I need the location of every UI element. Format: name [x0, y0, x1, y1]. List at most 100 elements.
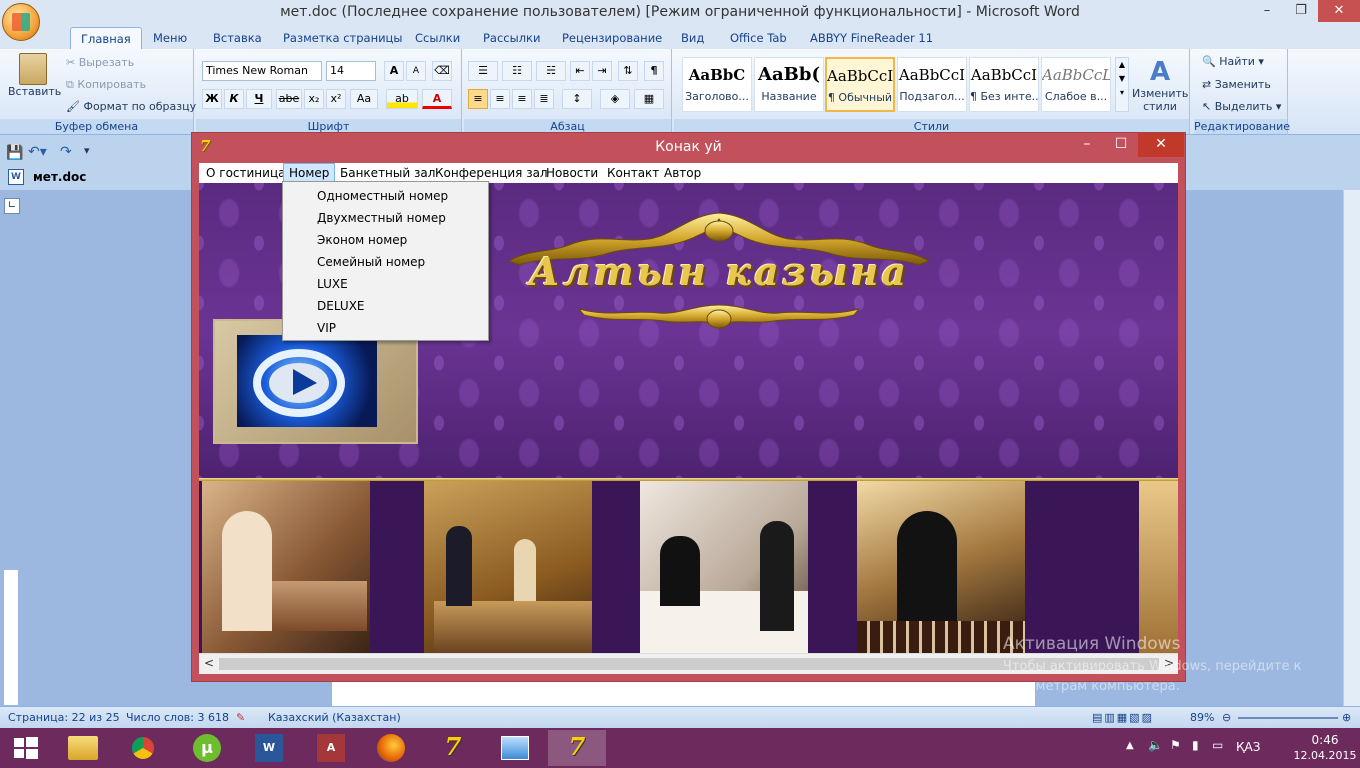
dropdown-item-economy[interactable]: Эконом номер: [283, 229, 488, 251]
style-normal[interactable]: AaBbCcI ¶ Обычный: [825, 57, 895, 112]
page-count[interactable]: Страница: 22 из 25: [8, 707, 120, 728]
save-icon[interactable]: 💾: [6, 145, 23, 161]
sort-icon[interactable]: ⇅: [618, 61, 638, 81]
tab-abbyy[interactable]: ABBYY FineReader 11: [810, 27, 933, 49]
change-styles-button[interactable]: A Изменить стили: [1132, 57, 1188, 113]
font-color-icon[interactable]: A: [422, 89, 452, 109]
network-icon[interactable]: ▮: [1192, 738, 1199, 752]
delphi7-icon[interactable]: 7: [424, 730, 482, 766]
style-heading[interactable]: AaBbC Заголово...: [682, 57, 752, 112]
input-language[interactable]: ҚАЗ: [1236, 740, 1260, 754]
shading-icon[interactable]: ◈: [600, 89, 630, 109]
tab-review[interactable]: Рецензирование: [562, 27, 662, 49]
change-case-button[interactable]: Aa: [350, 89, 378, 109]
utorrent-icon[interactable]: µ: [178, 730, 236, 766]
word-restore-button[interactable]: ❐: [1284, 0, 1318, 22]
strikethrough-button[interactable]: abe: [276, 89, 302, 109]
font-size-combo[interactable]: 14: [326, 61, 376, 81]
access-icon[interactable]: A: [302, 730, 360, 766]
battery-icon[interactable]: ▭: [1212, 738, 1223, 752]
tab-insert[interactable]: Вставка: [213, 27, 262, 49]
word-taskbar-icon[interactable]: W: [240, 730, 298, 766]
explorer-icon[interactable]: [54, 730, 112, 766]
app-minimize-button[interactable]: –: [1070, 133, 1104, 157]
tray-expand-icon[interactable]: ▲: [1126, 740, 1134, 751]
flag-icon[interactable]: ⚑: [1170, 738, 1181, 752]
start-button[interactable]: [0, 730, 50, 766]
cut-button[interactable]: ✂ Вырезать: [66, 56, 134, 69]
line-spacing-icon[interactable]: ↕: [562, 89, 592, 109]
tab-references[interactable]: Ссылки: [415, 27, 460, 49]
highlight-icon[interactable]: ab: [386, 89, 418, 109]
document-tab[interactable]: W мет.doc (Последнее...ункци: [0, 166, 200, 206]
language[interactable]: Казахский (Казахстан): [268, 707, 401, 728]
tab-stop-icon[interactable]: ∟: [4, 198, 20, 214]
customize-qat-icon[interactable]: ▾: [84, 144, 90, 157]
chrome-icon[interactable]: [114, 730, 172, 766]
paste-button[interactable]: Вставить: [8, 53, 61, 113]
dropdown-item-luxe[interactable]: LUXE: [283, 273, 488, 295]
superscript-button[interactable]: x²: [326, 89, 346, 109]
italic-button[interactable]: К: [224, 89, 244, 109]
menu-rooms[interactable]: Номер: [283, 163, 336, 183]
tab-mailings[interactable]: Рассылки: [483, 27, 540, 49]
grow-font-button[interactable]: A: [384, 61, 404, 81]
control-panel-icon[interactable]: [486, 730, 544, 766]
tab-office-tab[interactable]: Office Tab: [730, 27, 787, 49]
clock-time[interactable]: 0:46: [1300, 733, 1350, 747]
subscript-button[interactable]: x₂: [304, 89, 324, 109]
dropdown-item-vip[interactable]: VIP: [283, 317, 488, 339]
numbering-icon[interactable]: ☷: [502, 61, 532, 81]
menu-about-hotel[interactable]: О гостиница: [201, 163, 290, 183]
style-subtle-emphasis[interactable]: AaBbCcL Слабое в...: [1041, 57, 1111, 112]
dropdown-item-single[interactable]: Одноместный номер: [283, 185, 488, 207]
spellcheck-icon[interactable]: ✎: [236, 707, 245, 728]
format-painter-button[interactable]: 🖌 Формат по образцу: [66, 100, 196, 113]
volume-icon[interactable]: 🔈: [1148, 738, 1163, 752]
tab-home[interactable]: Главная: [70, 27, 142, 49]
dropdown-item-deluxe[interactable]: DELUXE: [283, 295, 488, 317]
zoom-in-icon[interactable]: ⊕: [1342, 707, 1351, 728]
align-right-icon[interactable]: ≡: [512, 89, 532, 109]
clock-date[interactable]: 12.04.2015: [1292, 749, 1358, 762]
tab-view[interactable]: Вид: [681, 27, 704, 49]
find-button[interactable]: 🔍 Найти ▾: [1202, 55, 1264, 68]
menu-news[interactable]: Новости: [541, 163, 603, 183]
style-title[interactable]: AaBb(Название: [754, 57, 824, 112]
borders-icon[interactable]: ▦: [634, 89, 664, 109]
firefox-icon[interactable]: [362, 730, 420, 766]
undo-icon[interactable]: ↶▾: [28, 144, 47, 160]
office-button[interactable]: [2, 3, 40, 41]
word-close-button[interactable]: ✕: [1318, 0, 1360, 22]
zoom-out-icon[interactable]: ⊖: [1222, 707, 1231, 728]
decrease-indent-icon[interactable]: ⇤: [570, 61, 590, 81]
font-name-combo[interactable]: Times New Roman: [202, 61, 322, 81]
underline-button[interactable]: Ч: [246, 89, 272, 109]
menu-author[interactable]: Автор: [659, 163, 706, 183]
redo-icon[interactable]: ↷: [60, 144, 72, 160]
zoom-slider[interactable]: [1238, 717, 1338, 719]
word-minimize-button[interactable]: –: [1250, 0, 1284, 22]
show-formatting-button[interactable]: ¶: [644, 61, 664, 81]
menu-banquet-hall[interactable]: Банкетный зал: [335, 163, 440, 183]
zoom-level[interactable]: 89%: [1190, 707, 1214, 728]
app-close-button[interactable]: ✕: [1138, 133, 1184, 157]
increase-indent-icon[interactable]: ⇥: [592, 61, 612, 81]
style-no-spacing[interactable]: AaBbCcI ¶ Без инте...: [969, 57, 1039, 112]
app-taskbar-icon[interactable]: 7: [548, 730, 606, 766]
menu-contact[interactable]: Контакт: [602, 163, 664, 183]
copy-button[interactable]: ⧉ Копировать: [66, 78, 146, 92]
replace-button[interactable]: ⇄ Заменить: [1202, 78, 1271, 91]
align-left-icon[interactable]: ≡: [468, 89, 488, 109]
tab-page-layout[interactable]: Разметка страницы: [283, 27, 402, 49]
view-buttons-icon[interactable]: ▤▥▦▧▨: [1092, 707, 1154, 728]
justify-icon[interactable]: ≣: [534, 89, 554, 109]
vertical-scrollbar[interactable]: [1343, 190, 1360, 706]
tab-menu[interactable]: Меню: [153, 27, 187, 49]
style-subtitle[interactable]: AaBbCcI Подзагол...: [897, 57, 967, 112]
scroll-left-icon[interactable]: <: [204, 656, 214, 670]
shrink-font-button[interactable]: A: [406, 61, 426, 81]
word-count[interactable]: Число слов: 3 618: [126, 707, 229, 728]
clear-format-icon[interactable]: ⌫: [432, 61, 452, 81]
multilevel-list-icon[interactable]: ☵: [536, 61, 566, 81]
